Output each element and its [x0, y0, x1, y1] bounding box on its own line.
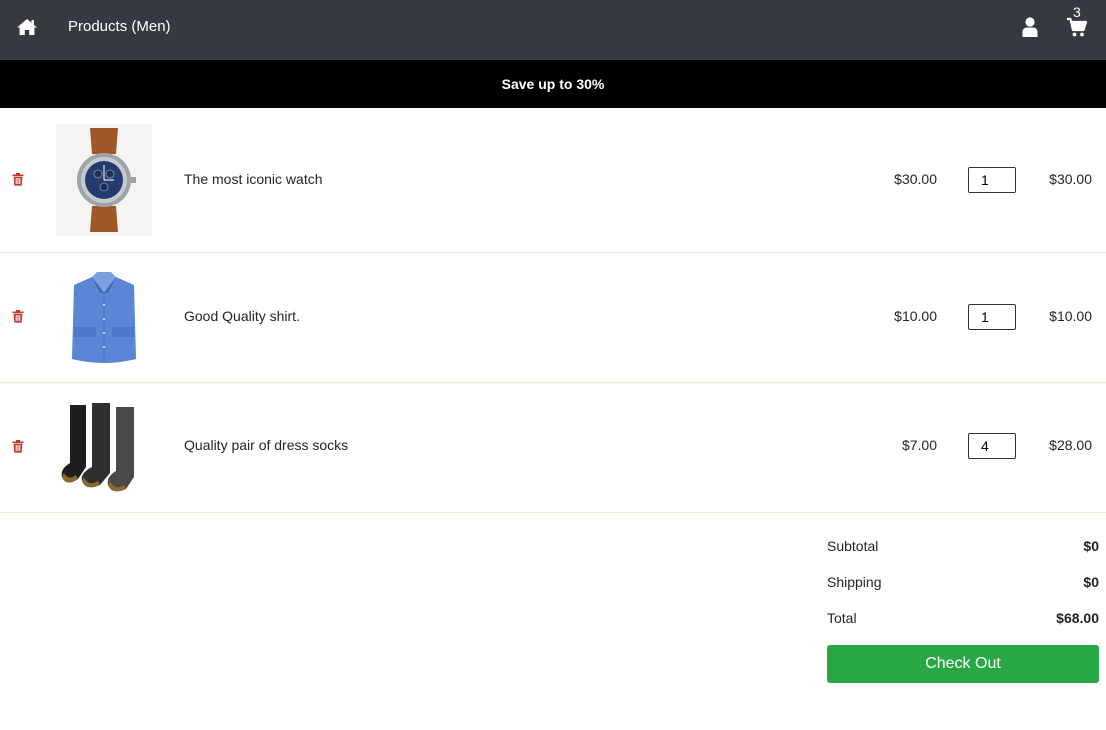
shipping-value: $0 — [1083, 574, 1099, 590]
checkout-button[interactable]: Check Out — [827, 645, 1099, 683]
trash-icon[interactable] — [12, 440, 24, 453]
product-name[interactable]: Quality pair of dress socks — [184, 437, 348, 454]
cart-item-row: Quality pair of dress socks $7.00 $28.00 — [0, 383, 1106, 513]
total-value: $68.00 — [1056, 610, 1099, 626]
quantity-input[interactable] — [968, 304, 1016, 330]
cart-item-row: The most iconic watch $30.00 $30.00 — [0, 108, 1106, 253]
line-total: $30.00 — [1049, 171, 1092, 187]
cart-item-row: Good Quality shirt. $10.00 $10.00 — [0, 253, 1106, 383]
trash-icon[interactable] — [12, 310, 24, 323]
home-icon[interactable] — [15, 15, 39, 39]
product-image-socks — [56, 393, 152, 503]
product-name[interactable]: Good Quality shirt. — [184, 308, 300, 325]
quantity-input[interactable] — [968, 167, 1016, 193]
product-image-watch — [56, 124, 152, 236]
line-total: $28.00 — [1049, 437, 1092, 453]
line-total: $10.00 — [1049, 308, 1092, 324]
trash-icon[interactable] — [12, 173, 24, 186]
nav-title[interactable]: Products (Men) — [68, 18, 171, 36]
quantity-input[interactable] — [968, 433, 1016, 459]
total-label: Total — [827, 610, 857, 626]
user-icon[interactable] — [1020, 16, 1040, 38]
top-navbar: Products (Men) 3 — [0, 0, 1106, 60]
unit-price: $30.00 — [894, 171, 937, 187]
subtotal-value: $0 — [1083, 538, 1099, 554]
product-image-shirt — [56, 263, 152, 373]
cart-icon[interactable] — [1066, 16, 1088, 38]
unit-price: $10.00 — [894, 308, 937, 324]
shipping-label: Shipping — [827, 574, 882, 590]
subtotal-label: Subtotal — [827, 538, 879, 554]
unit-price: $7.00 — [901, 437, 937, 453]
product-name[interactable]: The most iconic watch — [184, 171, 323, 188]
promo-banner: Save up to 30% — [0, 60, 1106, 108]
